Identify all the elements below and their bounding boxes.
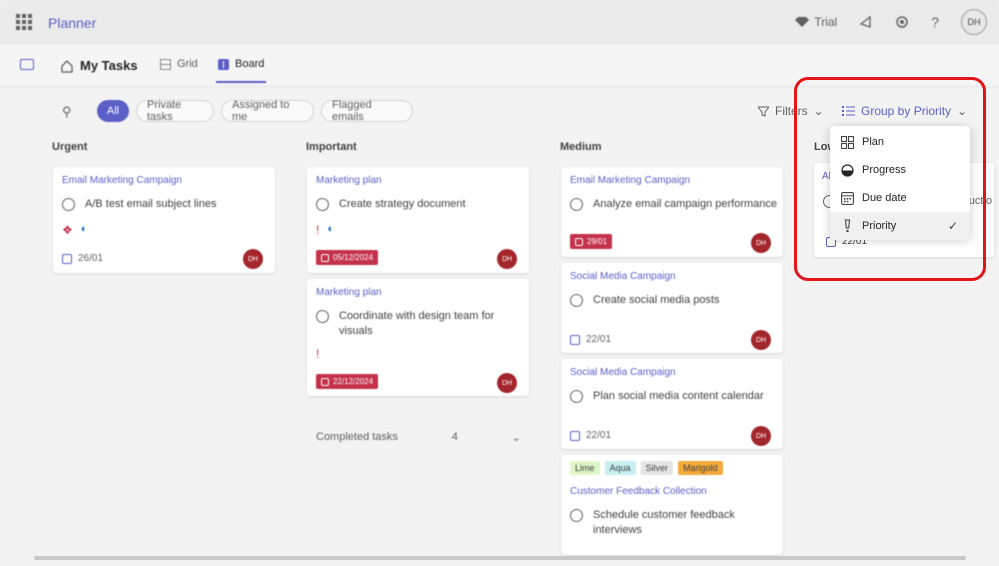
card-due-date: 22/01 [586,334,612,345]
calendar-icon [321,253,329,262]
card-plan-name: Email Marketing Campaign [570,175,691,186]
due-date-badge: 05/12/2024 [316,250,379,265]
calendar-icon [570,334,580,345]
avatar: DH [751,330,771,350]
chevron-down-icon: ⌄ [511,432,521,444]
card-due-date: 29/01 [587,237,608,246]
task-card[interactable]: Social Media Campaign Create social medi… [561,263,783,353]
card-task-title: Analyze email campaign performance [593,198,778,210]
column-title-medium: Medium [560,141,602,153]
trial-label: Trial [814,15,838,29]
active-tab-indicator [216,81,266,83]
settings-icon[interactable] [895,15,909,29]
column-title-urgent: Urgent [52,141,88,153]
card-task-title: Schedule customer feedback interviews [593,509,735,536]
card-due-date: 05/12/2024 [333,253,374,262]
urgent-priority-icon: ❖ [62,223,73,237]
tab-board[interactable]: Board [218,58,264,70]
label-aqua: Aqua [604,461,636,475]
filter-pill-assigned[interactable]: Assigned to me [221,99,314,123]
trial-button[interactable]: Trial [795,15,837,29]
complete-checkbox[interactable] [316,198,329,211]
card-task-title: Create strategy document [339,198,466,210]
grid-view-icon [160,58,171,70]
horizontal-scrollbar[interactable] [34,556,966,560]
due-date-badge: 22/12/2024 [316,374,379,389]
card-plan-name: Email Marketing Campaign [62,175,183,186]
task-card[interactable]: Email Marketing Campaign Analyze email c… [561,167,783,257]
label-marigold: Marigold [678,461,723,475]
card-due-date: 22/01 [586,430,612,441]
card-plan-name: Social Media Campaign [570,367,676,378]
complete-checkbox[interactable] [62,198,75,211]
top-bar: Planner Trial ? DH [0,0,999,44]
important-priority-icon: ! [316,347,320,361]
app-launcher-icon[interactable] [16,14,32,30]
complete-checkbox[interactable] [570,390,583,403]
app-title[interactable]: Planner [48,15,96,31]
highlight-annotation [794,77,986,281]
task-card[interactable]: Lime Aqua Silver Marigold Customer Feedb… [561,455,783,555]
avatar: DH [497,249,517,269]
completed-label: Completed tasks [316,431,398,443]
task-card[interactable]: Social Media Campaign Plan social media … [561,359,783,449]
due-date-badge: 29/01 [570,234,613,249]
search-icon[interactable]: ⚲ [62,104,72,120]
assignee-icon: ◐ [327,223,334,235]
card-due-date: 26/01 [78,253,104,264]
label-lime: Lime [570,461,600,475]
completed-tasks-toggle[interactable]: Completed tasks 4 ⌄ [316,431,521,444]
page-title: My Tasks [60,58,138,73]
avatar: DH [497,373,517,393]
card-plan-name: Customer Feedback Collection [570,486,707,497]
calendar-icon [62,253,72,264]
card-task-title: Coordinate with design team for visuals [339,310,495,337]
calendar-icon [570,430,580,441]
board-view-icon [218,58,229,70]
tab-board-label: Board [235,58,265,70]
avatar: DH [243,249,263,269]
diamond-icon [795,17,810,27]
task-card[interactable]: Email Marketing Campaign A/B test email … [53,167,275,273]
complete-checkbox[interactable] [570,198,583,211]
card-plan-name: Marketing plan [316,287,382,298]
user-avatar[interactable]: DH [961,9,987,35]
complete-checkbox[interactable] [570,509,583,522]
card-task-title: Create social media posts [593,294,720,306]
task-card[interactable]: Marketing plan Coordinate with design te… [307,279,529,396]
card-plan-name: Marketing plan [316,175,382,186]
filter-pill-all[interactable]: All [97,100,129,122]
page-title-text: My Tasks [80,58,138,73]
avatar: DH [751,426,771,446]
filter-icon [758,106,769,117]
card-task-title: Plan social media content calendar [593,390,764,402]
filter-pill-private[interactable]: Private tasks [136,99,214,123]
important-priority-icon: ! [316,223,320,237]
avatar: DH [751,233,771,253]
column-title-important: Important [306,141,357,153]
tab-grid[interactable]: Grid [160,58,198,70]
complete-checkbox[interactable] [570,294,583,307]
label-silver: Silver [640,461,674,475]
complete-checkbox[interactable] [316,310,329,323]
help-icon[interactable]: ? [931,14,939,30]
filter-pill-flagged[interactable]: Flagged emails [321,99,413,123]
megaphone-icon[interactable] [859,15,873,29]
assignee-icon: ◐ [80,223,88,235]
card-due-date: 22/12/2024 [333,377,374,386]
tab-grid-label: Grid [177,58,198,70]
calendar-icon [575,237,583,246]
card-plan-name: Social Media Campaign [570,271,676,282]
task-card[interactable]: Marketing plan Create strategy document … [307,167,529,273]
card-task-title: A/B test email subject lines [85,198,217,210]
sidebar-toggle-icon[interactable] [20,59,34,70]
completed-count: 4 [451,431,458,443]
home-icon [61,59,73,73]
calendar-icon [321,377,329,386]
